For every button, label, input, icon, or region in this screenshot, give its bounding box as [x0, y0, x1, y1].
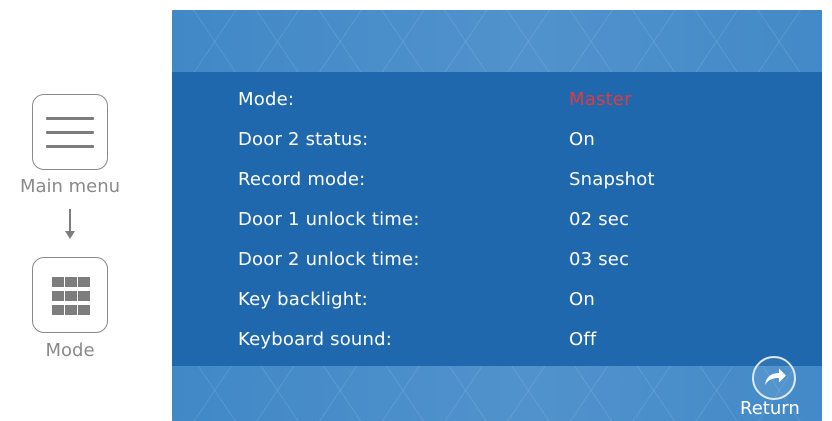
- grid-icon-cell: [65, 305, 77, 315]
- return-label: Return: [740, 398, 800, 419]
- grid-icon-cell: [78, 291, 90, 301]
- setting-label: Door 1 unlock time:: [238, 209, 420, 230]
- grid-icon-cell: [65, 291, 77, 301]
- return-button[interactable]: Return: [737, 350, 822, 421]
- setting-label: Door 2 status:: [238, 129, 369, 150]
- footer-band: [172, 366, 822, 421]
- return-arrow-icon: [752, 356, 796, 400]
- grid-icon-cell: [52, 305, 64, 315]
- down-arrow-head-icon: [65, 231, 75, 239]
- hamburger-menu-icon: [32, 94, 108, 170]
- menu-icon-bar: [46, 117, 94, 120]
- grid-icon: [32, 257, 108, 333]
- setting-label: Key backlight:: [238, 289, 368, 310]
- setting-row-record-mode[interactable]: Record mode: Snapshot: [172, 162, 822, 202]
- setting-label: Door 2 unlock time:: [238, 249, 420, 270]
- setting-value[interactable]: 02 sec: [569, 209, 629, 230]
- setting-value[interactable]: Off: [569, 329, 596, 350]
- setting-row-mode[interactable]: Mode: Master: [172, 82, 822, 122]
- setting-value[interactable]: Master: [569, 89, 632, 110]
- grid-icon-cell: [78, 305, 90, 315]
- setting-row-key-backlight[interactable]: Key backlight: On: [172, 282, 822, 322]
- setting-label: Mode:: [238, 89, 295, 110]
- setting-row-door2-status[interactable]: Door 2 status: On: [172, 122, 822, 162]
- setting-row-keyboard-sound[interactable]: Keyboard sound: Off: [172, 322, 822, 362]
- grid-icon-cell: [52, 291, 64, 301]
- menu-icon-bar: [46, 145, 94, 148]
- setting-label: Record mode:: [238, 169, 366, 190]
- down-arrow-icon: [69, 209, 71, 233]
- grid-icon-cell: [52, 277, 64, 287]
- setting-row-door1-unlock-time[interactable]: Door 1 unlock time: 02 sec: [172, 202, 822, 242]
- setting-value[interactable]: Snapshot: [569, 169, 655, 190]
- main-menu-label: Main menu: [19, 176, 121, 197]
- page: Main menu Mode Mode: Master Door 2 statu…: [0, 0, 832, 421]
- grid-icon-cell: [78, 277, 90, 287]
- grid-icon-cell: [65, 277, 77, 287]
- setting-value[interactable]: On: [569, 129, 595, 150]
- setting-value[interactable]: On: [569, 289, 595, 310]
- setting-value[interactable]: 03 sec: [569, 249, 629, 270]
- header-band: [172, 10, 822, 72]
- menu-icon-bar: [46, 131, 94, 134]
- settings-screen: Mode: Master Door 2 status: On Record mo…: [172, 10, 822, 421]
- setting-label: Keyboard sound:: [238, 329, 393, 350]
- setting-row-door2-unlock-time[interactable]: Door 2 unlock time: 03 sec: [172, 242, 822, 282]
- return-arrow-glyph: [765, 368, 786, 385]
- mode-label: Mode: [45, 340, 95, 361]
